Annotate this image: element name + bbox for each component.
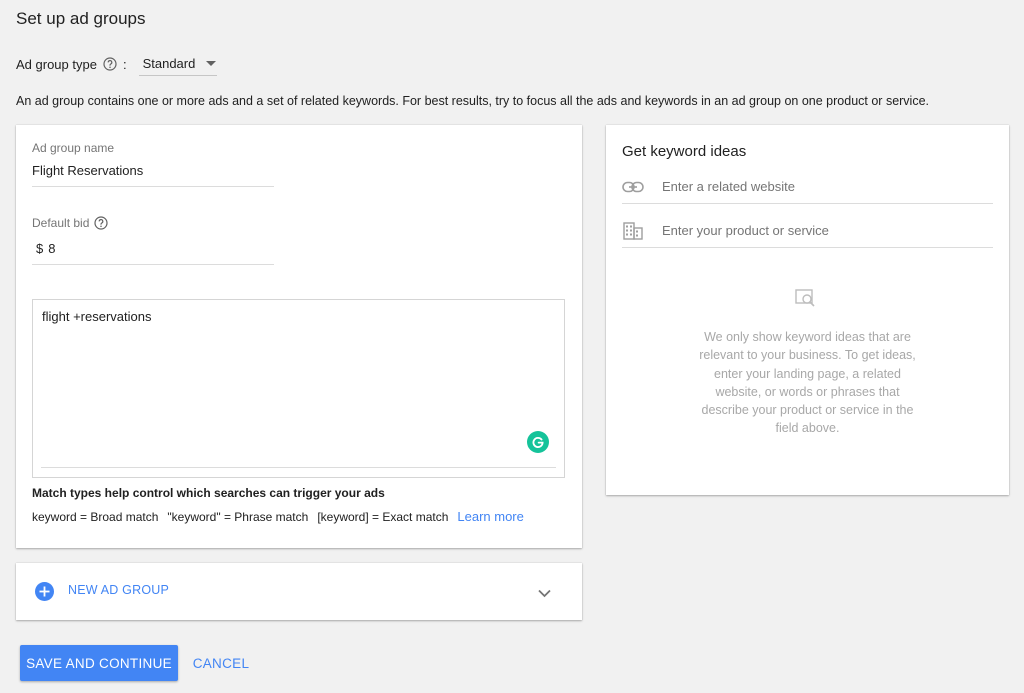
keyword-ideas-empty-text: We only show keyword ideas that are rele…: [699, 330, 916, 436]
ad-group-card: Ad group name Flight Reservations Defaul…: [16, 125, 582, 548]
grammarly-icon[interactable]: [527, 431, 549, 453]
help-circle-icon[interactable]: [103, 57, 117, 71]
keyword-ideas-title: Get keyword ideas: [622, 143, 747, 160]
page-title: Set up ad groups: [16, 9, 146, 28]
ad-group-name-input[interactable]: Flight Reservations: [32, 163, 143, 178]
default-bid-input[interactable]: $ 8: [36, 241, 55, 256]
exact-match-text: [keyword] = Exact match: [317, 509, 449, 524]
product-service-input[interactable]: [662, 223, 962, 238]
cancel-button[interactable]: CANCEL: [186, 645, 256, 681]
save-and-continue-button[interactable]: SAVE AND CONTINUE: [20, 645, 178, 681]
new-ad-group-card[interactable]: NEW AD GROUP: [16, 563, 582, 620]
building-icon: [622, 221, 644, 240]
new-ad-group-label[interactable]: NEW AD GROUP: [68, 583, 169, 597]
match-types-title: Match types help control which searches …: [32, 486, 385, 500]
plus-circle-icon[interactable]: [35, 582, 54, 601]
related-website-input[interactable]: [662, 179, 962, 194]
phrase-match-text: "keyword" = Phrase match: [167, 509, 309, 524]
bid-value: 8: [48, 241, 56, 256]
ad-group-type-value: Standard: [142, 56, 196, 71]
search-document-icon: [795, 289, 819, 314]
link-icon: [622, 181, 644, 193]
keywords-underline: [41, 467, 556, 468]
caret-down-icon: [206, 61, 217, 66]
ad-group-name-label: Ad group name: [32, 141, 115, 155]
default-bid-underline: [32, 264, 274, 265]
bid-currency: $: [36, 241, 44, 256]
product-service-row: [622, 214, 993, 248]
page-description: An ad group contains one or more ads and…: [16, 94, 930, 108]
keywords-text: flight +reservations: [42, 309, 152, 324]
ad-group-type-row: Ad group type : Standard: [16, 52, 217, 76]
ad-group-type-label: Ad group type: [16, 56, 97, 72]
related-website-row: [622, 170, 993, 204]
colon-separator: :: [122, 56, 127, 72]
match-types-row: keyword = Broad match "keyword" = Phrase…: [32, 509, 524, 524]
default-bid-label: Default bid: [32, 216, 90, 230]
learn-more-link[interactable]: Learn more: [457, 509, 523, 524]
ad-group-type-select[interactable]: Standard: [138, 52, 217, 76]
keyword-ideas-card: Get keyword ideas We only show keyword i…: [606, 125, 1009, 495]
ad-group-name-underline: [32, 186, 274, 187]
default-bid-label-row: Default bid: [32, 216, 108, 230]
help-circle-icon[interactable]: [94, 216, 108, 230]
broad-match-text: keyword = Broad match: [32, 509, 159, 524]
chevron-down-icon[interactable]: [538, 585, 551, 603]
keywords-textarea[interactable]: flight +reservations: [32, 299, 565, 478]
